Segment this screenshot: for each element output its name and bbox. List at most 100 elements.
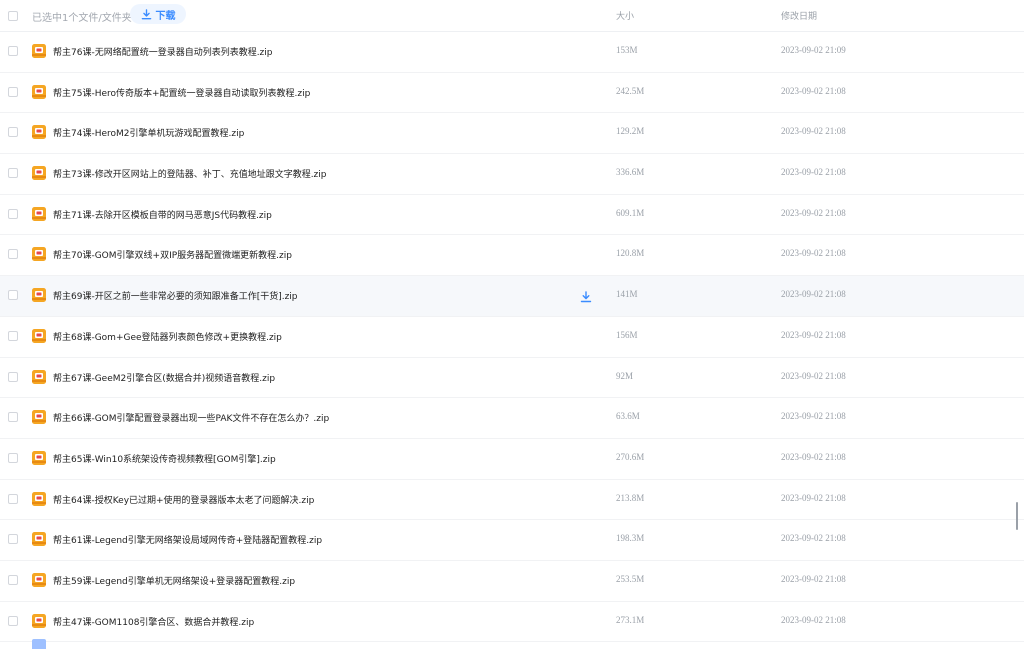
file-name[interactable]: 帮主68课-Gom+Gee登陆器列表颜色修改+更换教程.zip — [53, 330, 282, 343]
zip-file-icon — [31, 246, 47, 262]
zip-file-icon — [31, 450, 47, 466]
zip-file-icon — [31, 572, 47, 588]
file-name[interactable]: 帮主70课-GOM引擎双线+双IP服务器配置微端更新教程.zip — [53, 248, 292, 261]
file-modified-date: 2023-09-02 21:08 — [781, 207, 846, 218]
zip-file-icon — [31, 165, 47, 181]
zip-file-icon — [31, 206, 47, 222]
file-modified-date: 2023-09-02 21:09 — [781, 45, 846, 55]
download-button[interactable]: 下载 — [130, 4, 186, 24]
download-icon — [141, 8, 152, 20]
file-size: 92M — [616, 370, 634, 381]
file-name[interactable]: 帮主76课-无网络配置统一登录器自动列表列表教程.zip — [53, 45, 273, 58]
file-modified-date: 2023-09-02 21:08 — [781, 573, 846, 584]
file-row[interactable]: 帮主75课-Hero传奇版本+配置统一登录器自动读取列表教程.zip 242.5M… — [0, 73, 1024, 114]
file-row[interactable]: 帮主71课-去除开区模板自带的网马恶意JS代码教程.zip 609.1M 2023-… — [0, 195, 1024, 236]
zip-file-icon — [31, 369, 47, 385]
file-size: 129.2M — [616, 126, 645, 137]
file-size: 273.1M — [616, 614, 645, 625]
row-checkbox[interactable] — [8, 168, 18, 179]
row-checkbox[interactable] — [8, 86, 18, 97]
column-header-modified[interactable]: 修改日期 — [781, 9, 817, 22]
file-size: 141M — [616, 289, 638, 300]
file-row[interactable]: 帮主59课-Legend引擎单机无网络架设+登录器配置教程.zip 253.5M 2… — [0, 561, 1024, 602]
row-checkbox[interactable] — [8, 574, 18, 585]
file-row[interactable]: 帮主61课-Legend引擎无网络架设局域网传奇+登陆器配置教程.zip 198.… — [0, 520, 1024, 561]
file-row[interactable]: 帮主70课-GOM引擎双线+双IP服务器配置微端更新教程.zip 120.8M 20… — [0, 235, 1024, 277]
file-modified-date: 2023-09-02 21:08 — [781, 85, 846, 96]
row-checkbox[interactable] — [8, 127, 18, 138]
file-modified-date: 2023-09-02 21:08 — [781, 492, 846, 503]
file-row[interactable]: 帮主67课-GeeM2引擎合区(数据合并)视频语音教程.zip 92M 2023-0… — [0, 358, 1024, 399]
zip-file-icon — [31, 328, 47, 344]
file-size: 609.1M — [616, 207, 645, 218]
file-row[interactable]: 帮主65课-Win10系统架设传奇视频教程[GOM引擎].zip 270.6M 20… — [0, 439, 1024, 480]
file-modified-date: 2023-09-02 21:08 — [781, 126, 846, 137]
file-name[interactable]: 帮主74课-HeroM2引擎单机玩游戏配置教程.zip — [53, 126, 244, 139]
file-row[interactable]: 帮主73课-修改开区网站上的登陆器、补丁、充值地址跟文字教程.zip 336.6M… — [0, 154, 1024, 195]
file-name[interactable]: 帮主59课-Legend引擎单机无网络架设+登录器配置教程.zip — [53, 574, 295, 587]
file-row-partial — [0, 634, 1024, 649]
select-all-checkbox[interactable] — [8, 11, 18, 21]
scrollbar-thumb[interactable] — [1016, 502, 1018, 530]
zip-file-icon — [31, 613, 47, 629]
file-size: 253.5M — [616, 573, 645, 584]
file-size: 242.5M — [616, 85, 645, 96]
file-modified-date: 2023-09-02 21:08 — [781, 248, 846, 259]
file-size: 270.6M — [616, 451, 645, 462]
file-row[interactable]: 帮主64课-授权Key已过期+使用的登录器版本太老了问题解决.zip 213.8M… — [0, 480, 1024, 521]
download-label: 下载 — [155, 10, 176, 22]
row-checkbox[interactable] — [8, 46, 18, 56]
row-checkbox[interactable] — [8, 290, 18, 301]
file-modified-date: 2023-09-02 21:08 — [781, 533, 846, 544]
row-checkbox[interactable] — [8, 452, 18, 463]
row-download-icon[interactable] — [580, 288, 592, 303]
file-size: 156M — [616, 329, 638, 340]
row-checkbox[interactable] — [8, 412, 18, 423]
file-size: 120.8M — [616, 248, 645, 259]
file-name[interactable]: 帮主47课-GOM1108引擎合区、数据合并教程.zip — [53, 615, 254, 628]
zip-file-icon — [31, 287, 47, 303]
file-name[interactable]: 帮主67课-GeeM2引擎合区(数据合并)视频语音教程.zip — [53, 371, 275, 384]
file-size: 153M — [616, 45, 638, 55]
file-row[interactable]: 帮主69课-开区之前一些非常必要的须知跟准备工作[干货].zip 141M 2023… — [0, 276, 1024, 317]
row-checkbox[interactable] — [8, 249, 18, 260]
file-modified-date: 2023-09-02 21:08 — [781, 370, 846, 381]
column-header-size[interactable]: 大小 — [616, 9, 634, 22]
file-modified-date: 2023-09-02 21:08 — [781, 411, 846, 422]
file-row[interactable]: 帮主68课-Gom+Gee登陆器列表颜色修改+更换教程.zip 156M 2023-… — [0, 317, 1024, 358]
row-checkbox[interactable] — [8, 330, 18, 341]
file-row[interactable]: 帮主74课-HeroM2引擎单机玩游戏配置教程.zip 129.2M 2023-09… — [0, 113, 1024, 155]
row-checkbox[interactable] — [8, 371, 18, 382]
file-name[interactable]: 帮主75课-Hero传奇版本+配置统一登录器自动读取列表教程.zip — [53, 86, 310, 99]
zip-file-icon — [31, 43, 47, 59]
file-name[interactable]: 帮主65课-Win10系统架设传奇视频教程[GOM引擎].zip — [53, 452, 276, 465]
file-row[interactable]: 帮主66课-GOM引擎配置登录器出现一些PAK文件不存在怎么办？.zip 63.6… — [0, 398, 1024, 439]
zip-file-icon — [31, 531, 47, 547]
file-modified-date: 2023-09-02 21:08 — [781, 329, 846, 340]
file-name[interactable]: 帮主61课-Legend引擎无网络架设局域网传奇+登陆器配置教程.zip — [53, 533, 322, 546]
file-name[interactable]: 帮主64课-授权Key已过期+使用的登录器版本太老了问题解决.zip — [53, 493, 314, 506]
selection-status: 已选中1个文件/文件夹 — [32, 13, 132, 24]
file-modified-date: 2023-09-02 21:08 — [781, 451, 846, 462]
zip-file-icon — [31, 638, 47, 649]
zip-file-icon — [31, 84, 47, 100]
file-size: 336.6M — [616, 167, 645, 178]
file-size: 63.6M — [616, 411, 640, 422]
file-row[interactable]: 帮主76课-无网络配置统一登录器自动列表列表教程.zip 153M 2023-09-… — [0, 32, 1024, 73]
zip-file-icon — [31, 409, 47, 425]
file-name[interactable]: 帮主71课-去除开区模板自带的网马恶意JS代码教程.zip — [53, 208, 272, 221]
file-modified-date: 2023-09-02 21:08 — [781, 289, 846, 300]
file-size: 198.3M — [616, 533, 645, 544]
zip-file-icon — [31, 491, 47, 507]
file-modified-date: 2023-09-02 21:08 — [781, 167, 846, 178]
zip-file-icon — [31, 124, 47, 140]
row-checkbox[interactable] — [8, 534, 18, 545]
file-name[interactable]: 帮主69课-开区之前一些非常必要的须知跟准备工作[干货].zip — [53, 289, 298, 302]
file-list: 帮主76课-无网络配置统一登录器自动列表列表教程.zip 153M 2023-09-… — [0, 32, 1024, 643]
file-name[interactable]: 帮主66课-GOM引擎配置登录器出现一些PAK文件不存在怎么办？.zip — [53, 411, 329, 424]
row-checkbox[interactable] — [8, 208, 18, 219]
row-checkbox[interactable] — [8, 615, 18, 626]
row-checkbox[interactable] — [8, 493, 18, 504]
file-size: 213.8M — [616, 492, 645, 503]
file-name[interactable]: 帮主73课-修改开区网站上的登陆器、补丁、充值地址跟文字教程.zip — [53, 167, 327, 180]
